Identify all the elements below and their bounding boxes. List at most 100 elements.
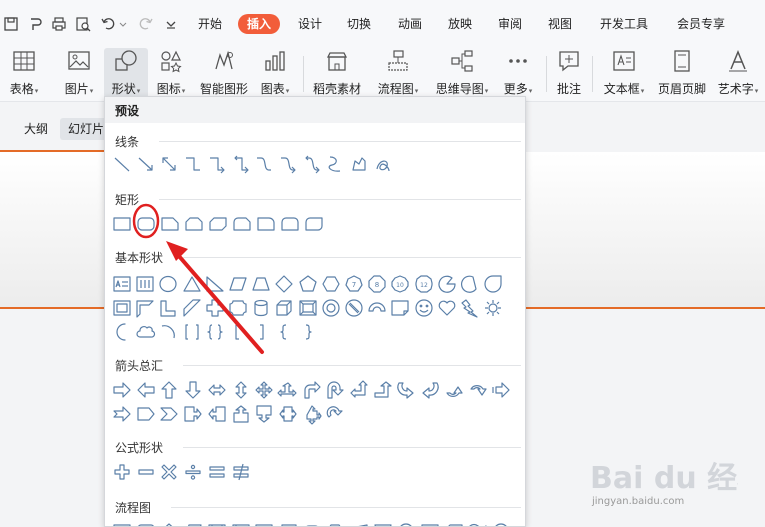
text-box-shape[interactable] bbox=[113, 275, 131, 293]
flowchart-manual-operation-shape[interactable] bbox=[374, 521, 392, 526]
right-triangle-shape[interactable] bbox=[206, 275, 224, 293]
notched-right-arrow-shape[interactable] bbox=[113, 405, 131, 423]
donut-shape[interactable] bbox=[322, 299, 340, 317]
striped-right-arrow-shape[interactable] bbox=[492, 381, 510, 399]
down-arrow-shape[interactable] bbox=[184, 381, 202, 399]
flowchart-terminator-shape[interactable] bbox=[303, 521, 321, 526]
lightning-bolt-shape[interactable] bbox=[461, 299, 479, 318]
tab-design[interactable]: 设计 bbox=[298, 14, 322, 34]
flowchart-document-shape[interactable] bbox=[255, 521, 273, 526]
diamond-shape[interactable] bbox=[275, 275, 293, 293]
icon-button[interactable]: 图标▾ bbox=[152, 48, 190, 98]
heptagon-shape[interactable]: 7 bbox=[345, 275, 363, 293]
scribble-shape[interactable] bbox=[374, 155, 392, 173]
round-single-corner-rectangle-shape[interactable] bbox=[257, 215, 275, 233]
smiley-face-shape[interactable] bbox=[414, 299, 433, 317]
vertical-text-box-shape[interactable] bbox=[136, 275, 154, 293]
curve-shape[interactable] bbox=[326, 155, 344, 173]
half-frame-shape[interactable] bbox=[136, 299, 154, 318]
left-bracket-shape[interactable] bbox=[229, 323, 247, 341]
tab-animation[interactable]: 动画 bbox=[398, 14, 422, 34]
triangle-shape[interactable] bbox=[182, 275, 201, 293]
print-icon[interactable] bbox=[50, 14, 68, 34]
mindmap-button[interactable]: 思维导图▾ bbox=[432, 48, 492, 98]
left-right-up-arrow-shape[interactable] bbox=[277, 381, 297, 399]
tab-view[interactable]: 视图 bbox=[548, 14, 572, 34]
double-bracket-shape[interactable] bbox=[183, 323, 201, 341]
left-right-arrow-callout-shape[interactable] bbox=[279, 405, 297, 423]
moon-shape[interactable] bbox=[113, 323, 131, 341]
left-up-arrow-shape[interactable] bbox=[350, 380, 368, 399]
minus-sign-shape[interactable] bbox=[137, 463, 155, 481]
picture-button[interactable]: 图片▾ bbox=[60, 48, 98, 98]
quad-arrow-shape[interactable] bbox=[255, 381, 273, 399]
right-arrow-shape[interactable] bbox=[113, 381, 131, 399]
dodecagon-shape[interactable]: 12 bbox=[414, 275, 433, 293]
flowchart-multidocument-shape[interactable] bbox=[279, 521, 297, 526]
arrow-line-shape[interactable] bbox=[137, 155, 155, 173]
elbow-double-arrow-shape[interactable] bbox=[232, 155, 250, 174]
tab-developer[interactable]: 开发工具 bbox=[600, 14, 648, 34]
multiply-sign-shape[interactable] bbox=[160, 463, 178, 481]
up-arrow-callout-shape[interactable] bbox=[232, 405, 250, 423]
arc-shape[interactable] bbox=[159, 323, 177, 341]
diagonal-stripe-shape[interactable] bbox=[182, 299, 201, 317]
flowchart-card-shape[interactable] bbox=[445, 521, 463, 526]
elbow-connector-shape[interactable] bbox=[184, 155, 202, 173]
parallelogram-shape[interactable] bbox=[229, 275, 247, 293]
flowchart-predefined-process-shape[interactable] bbox=[208, 521, 226, 526]
cube-shape[interactable] bbox=[275, 299, 293, 317]
undo-dropdown-icon[interactable] bbox=[118, 14, 128, 34]
plus-sign-shape[interactable] bbox=[113, 463, 131, 481]
rounded-rectangle-shape[interactable] bbox=[137, 215, 155, 233]
equal-sign-shape[interactable] bbox=[208, 463, 226, 481]
pie-shape[interactable] bbox=[438, 275, 456, 293]
can-shape[interactable] bbox=[252, 299, 270, 317]
tab-transition[interactable]: 切换 bbox=[347, 14, 371, 34]
chord-shape[interactable] bbox=[460, 275, 479, 293]
textbox-button[interactable]: 文本框▾ bbox=[600, 48, 648, 98]
freeform-shape[interactable] bbox=[350, 155, 368, 173]
left-arrow-shape[interactable] bbox=[137, 381, 155, 399]
curved-connector-shape[interactable] bbox=[255, 155, 273, 173]
material-button[interactable]: 稻壳素材 bbox=[311, 48, 363, 98]
output-pdf-icon[interactable] bbox=[26, 14, 44, 34]
flowchart-off-page-connector-shape[interactable] bbox=[421, 521, 439, 526]
chart-button[interactable]: 图表▾ bbox=[256, 48, 294, 98]
l-shape-shape[interactable] bbox=[159, 299, 177, 317]
smart-shape-button[interactable]: 智能图形 bbox=[198, 48, 250, 98]
curved-up-arrow-shape[interactable] bbox=[445, 381, 463, 399]
tab-insert[interactable]: 插入 bbox=[238, 14, 281, 34]
folded-corner-shape[interactable] bbox=[391, 299, 409, 317]
redo-icon[interactable] bbox=[136, 14, 154, 34]
curved-right-arrow-shape[interactable] bbox=[397, 381, 415, 399]
double-brace-shape[interactable] bbox=[206, 323, 224, 341]
heart-shape[interactable] bbox=[438, 299, 456, 317]
pentagon-shape[interactable] bbox=[298, 275, 317, 293]
hexagon-shape[interactable] bbox=[322, 275, 340, 293]
snip-same-side-corner-rectangle-shape[interactable] bbox=[185, 215, 203, 233]
down-arrow-callout-shape[interactable] bbox=[255, 405, 273, 423]
cross-shape[interactable] bbox=[206, 299, 224, 317]
not-equal-sign-shape[interactable] bbox=[232, 463, 250, 481]
round-diagonal-corner-rectangle-shape[interactable] bbox=[305, 215, 323, 233]
shape-button[interactable]: 形状▾ bbox=[104, 48, 148, 98]
flowchart-process-shape[interactable] bbox=[113, 521, 131, 526]
flowchart-punched-tape-shape[interactable] bbox=[468, 521, 487, 526]
flowchart-button[interactable]: 流程图▾ bbox=[374, 48, 422, 98]
decagon-shape[interactable]: 10 bbox=[391, 275, 409, 293]
octagon-shape[interactable]: 8 bbox=[368, 275, 386, 293]
elbow-arrow-shape[interactable] bbox=[208, 155, 226, 174]
left-right-arrow-shape[interactable] bbox=[208, 381, 226, 399]
line-shape[interactable] bbox=[113, 155, 131, 173]
flowchart-connector-shape[interactable] bbox=[397, 521, 415, 526]
flowchart-internal-storage-shape[interactable] bbox=[231, 521, 250, 526]
tab-member[interactable]: 会员专享 bbox=[677, 14, 725, 34]
tab-slideshow[interactable]: 放映 bbox=[448, 14, 472, 34]
oval-shape[interactable] bbox=[159, 275, 177, 293]
right-bracket-shape[interactable] bbox=[252, 323, 270, 341]
block-arc-shape[interactable] bbox=[368, 299, 386, 317]
header-footer-button[interactable]: 页眉页脚 bbox=[656, 48, 708, 98]
left-arrow-callout-shape[interactable] bbox=[208, 405, 226, 423]
u-turn-arrow-shape[interactable] bbox=[326, 381, 344, 399]
